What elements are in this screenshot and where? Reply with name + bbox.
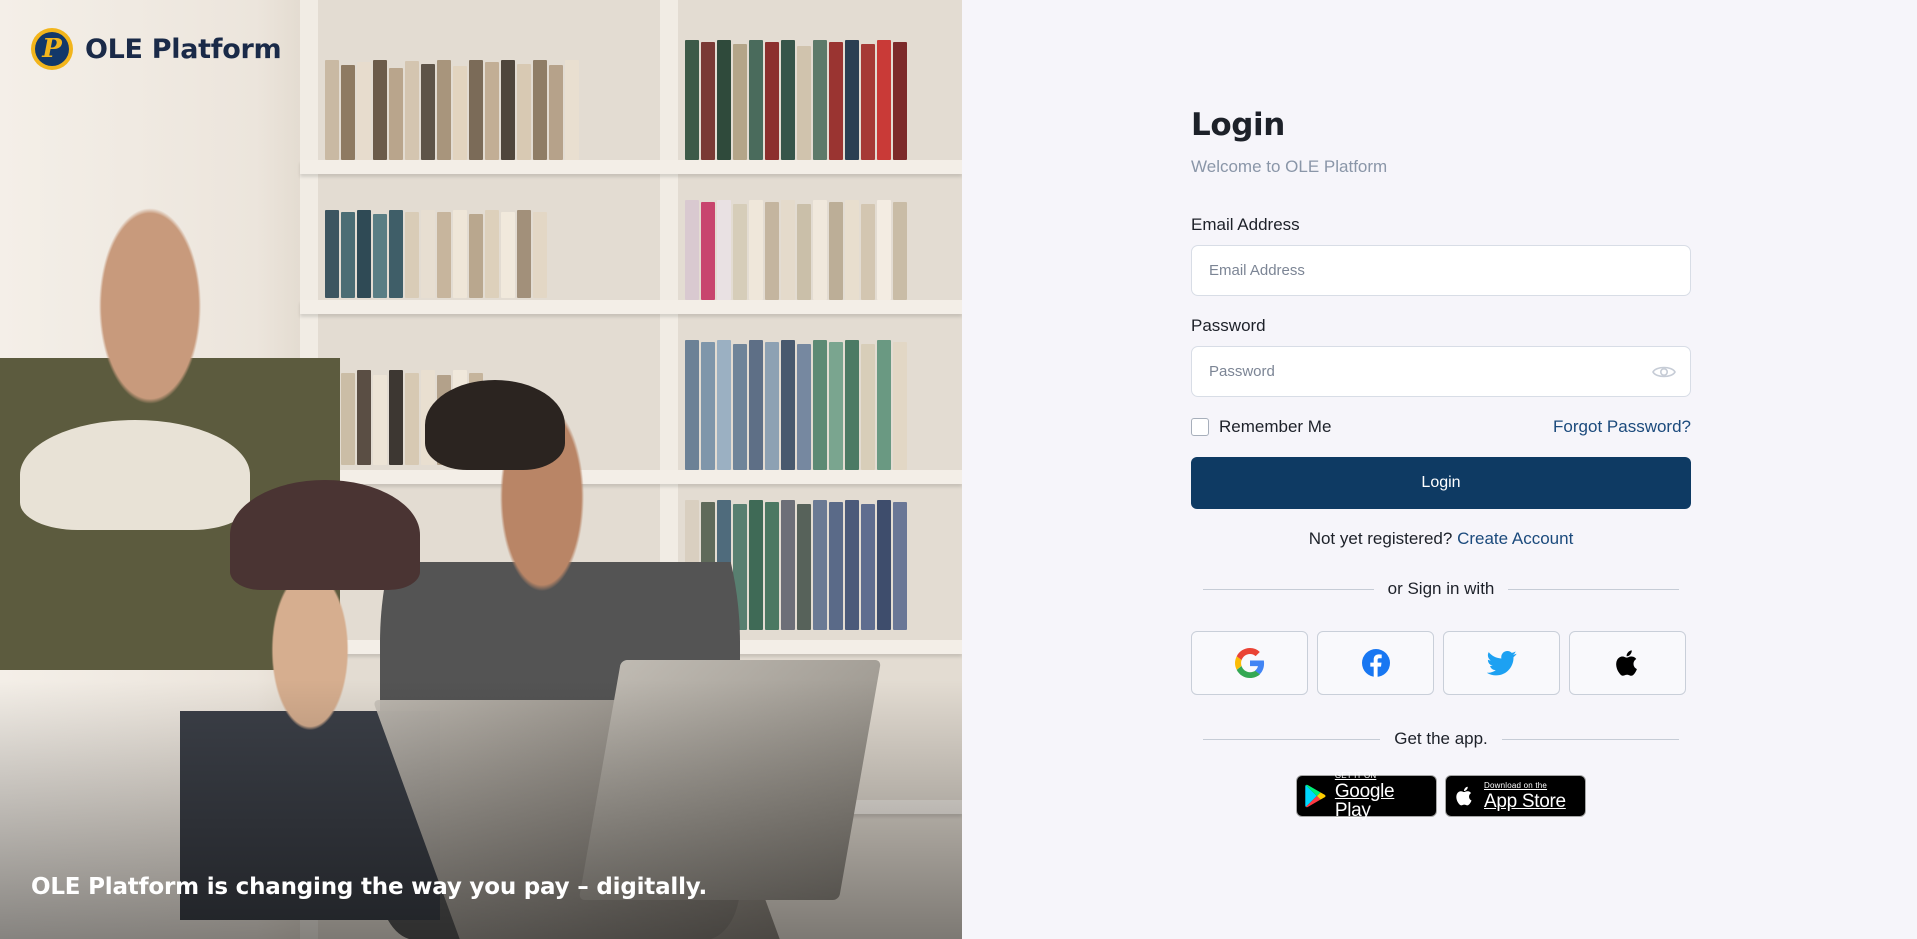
facebook-icon <box>1361 649 1390 677</box>
app-store-small: Download on the <box>1484 780 1548 790</box>
apple-login-button[interactable] <box>1569 631 1686 695</box>
login-button[interactable]: Login <box>1191 457 1691 509</box>
page-subtitle: Welcome to OLE Platform <box>1191 157 1388 176</box>
apple-icon <box>1615 650 1637 676</box>
google-play-badge[interactable]: GET IT ON Google Play <box>1296 771 1437 821</box>
google-play-small: GET IT ON <box>1334 771 1377 780</box>
social-divider: or Sign in with <box>1203 579 1679 599</box>
create-account-link[interactable]: Create Account <box>1457 529 1573 548</box>
remember-label: Remember Me <box>1219 417 1332 436</box>
remember-checkbox[interactable] <box>1191 418 1209 436</box>
brand-name: OLE Platform <box>85 33 282 65</box>
twitter-icon <box>1486 651 1516 676</box>
remember-row: Remember Me Forgot Password? <box>1191 417 1691 437</box>
login-panel: Login Welcome to OLE Platform Email Addr… <box>962 0 1917 939</box>
google-icon <box>1234 648 1264 678</box>
forgot-password-link[interactable]: Forgot Password? <box>1553 417 1691 437</box>
apple-store-icon <box>1456 786 1472 806</box>
google-login-button[interactable] <box>1191 631 1308 695</box>
social-login-buttons <box>1191 631 1691 695</box>
social-divider-label: or Sign in with <box>1387 579 1495 598</box>
email-field-wrapper <box>1191 245 1691 296</box>
app-store-badge[interactable]: Download on the App Store <box>1445 775 1586 817</box>
remember-me[interactable]: Remember Me <box>1191 417 1331 437</box>
register-text: Not yet registered? <box>1308 529 1453 548</box>
login-form: Login Welcome to OLE Platform Email Addr… <box>1191 107 1691 821</box>
password-field[interactable] <box>1192 347 1690 396</box>
password-label: Password <box>1191 316 1266 335</box>
twitter-login-button[interactable] <box>1443 631 1560 695</box>
login-page: P OLE Platform OLE Platform is changing … <box>0 0 1917 939</box>
password-field-wrapper <box>1191 346 1691 397</box>
app-store-big: App Store <box>1484 790 1566 812</box>
google-play-icon <box>1305 784 1326 808</box>
app-divider: Get the app. <box>1203 729 1680 749</box>
email-label: Email Address <box>1191 215 1300 234</box>
email-field[interactable] <box>1192 246 1690 295</box>
hero-tagline: OLE Platform is changing the way you pay… <box>31 874 707 900</box>
google-play-big: Google Play <box>1334 781 1395 821</box>
app-divider-label: Get the app. <box>1394 729 1488 748</box>
brand-logo-letter: P <box>42 34 62 64</box>
register-prompt: Not yet registered? Create Account <box>1191 529 1691 549</box>
hero-photo: P OLE Platform OLE Platform is changing … <box>0 0 962 939</box>
brand-logo-icon: P <box>31 28 73 70</box>
page-title: Login <box>1191 107 1285 143</box>
facebook-login-button[interactable] <box>1317 631 1434 695</box>
app-store-badges: GET IT ON Google Play Download on the Ap… <box>1191 771 1691 821</box>
brand[interactable]: P OLE Platform <box>31 28 282 70</box>
eye-icon[interactable] <box>1652 362 1676 382</box>
